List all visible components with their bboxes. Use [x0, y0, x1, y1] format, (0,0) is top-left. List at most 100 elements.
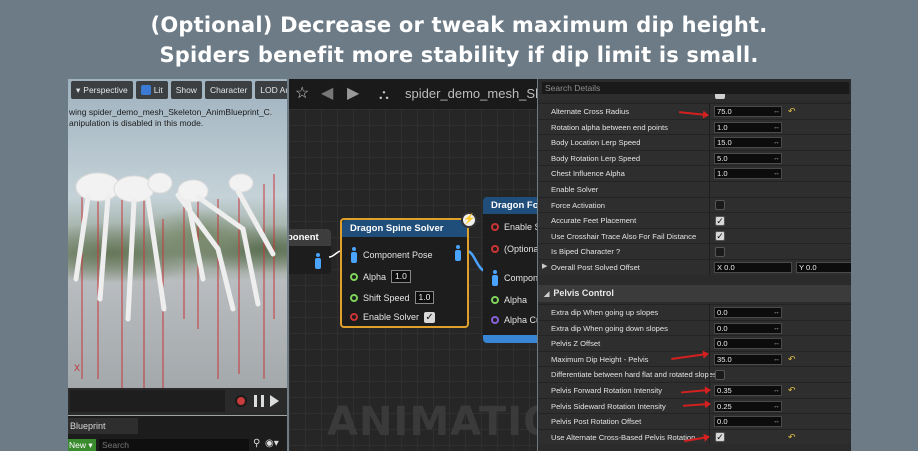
property-value-field[interactable]: 0.0 [714, 322, 782, 334]
pelvis-control-section[interactable]: ◢ Pelvis Control [538, 285, 851, 302]
property-row: Accurate Feet Placement ✓ [538, 212, 851, 228]
property-row: Use Crosshair Trace Also For Fail Distan… [538, 227, 851, 244]
shift-speed-value[interactable]: 1.0 [414, 291, 435, 304]
property-value-field[interactable]: 0.0 [714, 338, 782, 350]
alpha-curve-pin[interactable]: Alpha Cu [491, 314, 537, 326]
property-checkbox[interactable]: ✓ [715, 231, 725, 242]
component-pin[interactable]: Compon [491, 270, 537, 286]
eye-icon[interactable]: ◉▾ [265, 438, 279, 450]
property-checkbox[interactable]: ✓ [715, 215, 725, 226]
enable-solver-pin[interactable]: Enable Solver ✓ [350, 311, 436, 323]
pin-label: Compon [504, 273, 537, 283]
property-row: Rotation alpha between end points 1.0 [538, 118, 851, 135]
pose-icon [350, 247, 358, 263]
reset-to-default-icon[interactable]: ↶ [788, 384, 796, 396]
property-value-field[interactable]: 0.35 [714, 385, 782, 396]
property-value-field[interactable]: 15.0 [714, 137, 782, 149]
anim-graph[interactable]: ☆ ◀ ▶ ⛬ spider_demo_mesh_Sk ANIMATION po… [289, 79, 537, 451]
lit-button[interactable]: Lit [135, 81, 168, 99]
perspective-button[interactable]: ▾ Perspective [71, 81, 133, 99]
offset-y-field[interactable]: Y 0.0 [796, 262, 851, 273]
record-icon[interactable] [235, 395, 247, 407]
property-row: Extra dip When going down slopes 0.0 [538, 319, 851, 336]
property-label: Alternate Cross Radius [551, 107, 630, 116]
node-title: Dragon Fo [483, 197, 537, 214]
property-value-field[interactable]: 0.0 [714, 307, 782, 318]
shift-speed-pin[interactable]: Shift Speed 1.0 [350, 291, 435, 304]
property-value-field[interactable]: 75.0 [714, 106, 782, 117]
property-label: Use Crosshair Trace Also For Fail Distan… [551, 231, 697, 241]
details-search-input[interactable]: Search Details [542, 82, 849, 94]
enable-solver-checkbox[interactable]: ✓ [424, 311, 436, 323]
property-label: Pelvis Z Offset [551, 339, 601, 349]
collapse-icon: ◢ [544, 291, 550, 298]
property-row: Enable Solver [538, 181, 851, 197]
property-value-field[interactable]: 5.0 [714, 152, 782, 164]
bool-pin-icon [491, 245, 499, 253]
blueprint-search-input[interactable]: Search [99, 439, 249, 451]
perspective-label: Perspective [83, 85, 128, 95]
character-button[interactable]: Character [204, 81, 253, 99]
float-pin-icon [350, 272, 358, 281]
property-row: Body Rotation Lerp Speed 5.0 [538, 149, 851, 166]
play-icon[interactable] [270, 395, 279, 407]
tab-blueprint[interactable]: Blueprint [68, 418, 138, 434]
property-checkbox[interactable] [715, 246, 725, 257]
timeline-scrubber[interactable] [70, 390, 225, 412]
reset-to-default-icon[interactable]: ↶ [788, 105, 796, 117]
dragon-foot-solver-node[interactable]: Dragon Fo Enable S (Optiona Compon Alpha… [483, 197, 537, 343]
lod-auto-button[interactable]: LOD Auto [255, 81, 287, 99]
property-checkbox[interactable] [715, 200, 725, 211]
property-value-field[interactable]: 0.25 [714, 400, 782, 412]
property-label: Overall Post Solved Offset [551, 263, 640, 272]
new-button[interactable]: New ▾ [68, 439, 96, 451]
property-row: Maximum Dip Height - Pelvis 35.0 ↶ [538, 350, 851, 367]
property-value-field[interactable]: 1.0 [714, 121, 782, 133]
float-pin-icon [350, 293, 358, 302]
property-label: Extra dip When going down slopes [551, 323, 668, 333]
property-checkbox[interactable] [715, 369, 725, 380]
lit-label: Lit [153, 85, 163, 95]
expand-icon[interactable]: ▶ [542, 262, 547, 270]
alpha-value[interactable]: 1.0 [391, 270, 411, 283]
property-row: Extra dip When going up slopes 0.0 [538, 304, 851, 320]
property-label: Extra dip When going up slopes [551, 308, 659, 317]
enable-pin[interactable]: Enable S [491, 221, 537, 233]
property-row: Use Alternate Cross-Based Pelvis Rotatio… [538, 428, 851, 445]
property-checkbox[interactable]: ✓ [715, 432, 725, 443]
alpha-pin[interactable]: Alpha 1.0 [350, 270, 411, 283]
character-label: Character [209, 85, 248, 95]
show-button[interactable]: Show [170, 81, 202, 99]
property-value-field[interactable]: 0.0 [714, 416, 782, 428]
reset-to-default-icon[interactable]: ↶ [788, 431, 796, 443]
reset-to-default-icon[interactable]: ↶ [788, 353, 796, 365]
overall-post-solved-offset-row: ▶ Overall Post Solved Offset X 0.0 Y 0.0 [538, 259, 851, 275]
optional-pin[interactable]: (Optiona [491, 243, 537, 255]
pause-icon[interactable] [254, 395, 264, 407]
property-label: Is Biped Character ? [551, 247, 621, 257]
property-value-field[interactable]: 35.0 [714, 353, 782, 365]
pose-icon [491, 270, 499, 286]
property-label: Accurate Feet Placement [551, 216, 637, 226]
property-label: Force Activation [551, 200, 606, 210]
viewport-status: wing spider_demo_mesh_Skeleton_AnimBluep… [68, 107, 272, 129]
search-icon[interactable]: ⚲ [253, 438, 260, 450]
lod-label: LOD Auto [260, 85, 287, 95]
property-label: Pelvis Sideward Rotation Intensity [551, 401, 666, 411]
offset-x-field[interactable]: X 0.0 [714, 262, 792, 273]
spider-model[interactable]: X [68, 79, 287, 416]
property-label: Differentiate between hard flat and rota… [551, 370, 717, 380]
pin-label: Component Pose [363, 250, 433, 260]
component-pose-pin[interactable]: Component Pose [350, 247, 433, 263]
viewport[interactable]: X ▾Perspective Lit Show Character LOD Au… [68, 79, 287, 416]
details-panel: Search Details Alternate Cross Radius 75.… [538, 79, 851, 451]
output-pose-icon[interactable] [454, 245, 462, 261]
property-row: Is Biped Character ? [538, 243, 851, 259]
pin-label: Shift Speed [363, 292, 410, 303]
property-row: Pelvis Post Rotation Offset 0.0 [538, 413, 851, 429]
property-label: Use Alternate Cross-Based Pelvis Rotatio… [551, 432, 696, 442]
property-row: Force Activation [538, 196, 851, 213]
dragon-spine-solver-node[interactable]: Dragon Spine Solver Component Pose Alpha… [340, 212, 477, 328]
property-value-field[interactable]: 1.0 [714, 168, 782, 180]
alpha-pin[interactable]: Alpha [491, 294, 527, 306]
